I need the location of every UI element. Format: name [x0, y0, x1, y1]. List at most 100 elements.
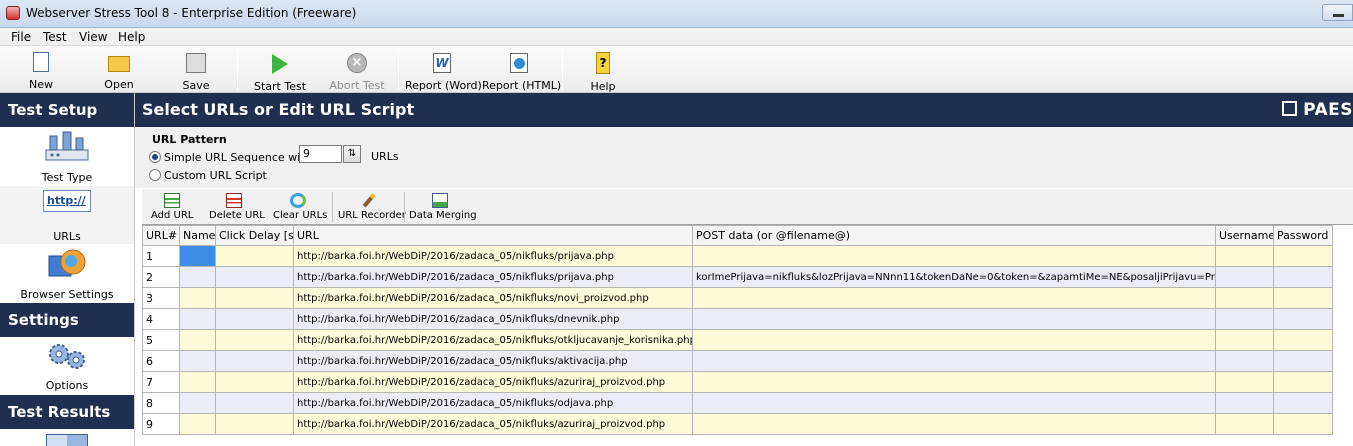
cell-url[interactable]: http://barka.foi.hr/WebDiP/2016/zadaca_0… [293, 245, 693, 267]
simple-sequence-label[interactable]: Simple URL Sequence with [164, 151, 311, 164]
cell-url[interactable]: http://barka.foi.hr/WebDiP/2016/zadaca_0… [293, 371, 693, 393]
menu-file[interactable]: File [11, 30, 31, 44]
cell-name[interactable] [179, 308, 216, 330]
cell-click-delay[interactable] [215, 266, 294, 288]
cell-post-data[interactable] [692, 308, 1216, 330]
table-row[interactable]: 5 http://barka.foi.hr/WebDiP/2016/zadaca… [142, 329, 1333, 351]
table-row[interactable]: 6 http://barka.foi.hr/WebDiP/2016/zadaca… [142, 350, 1333, 372]
column-header-url-number[interactable]: URL# [142, 225, 180, 246]
cell-username[interactable] [1215, 287, 1274, 309]
nav-options[interactable]: Options [0, 337, 134, 395]
table-row[interactable]: 1 http://barka.foi.hr/WebDiP/2016/zadaca… [142, 245, 1333, 267]
cell-username[interactable] [1215, 371, 1274, 393]
report-word-button[interactable]: W Report (Word) [405, 48, 482, 92]
table-row[interactable]: 2 http://barka.foi.hr/WebDiP/2016/zadaca… [142, 266, 1333, 288]
cell-click-delay[interactable] [215, 287, 294, 309]
simple-sequence-radio[interactable] [149, 151, 161, 163]
report-html-button[interactable]: Report (HTML) [482, 48, 561, 92]
cell-name[interactable] [179, 245, 216, 267]
column-header-password[interactable]: Password [1273, 225, 1333, 246]
url-recorder-button[interactable]: URL Recorder [338, 191, 406, 223]
table-row[interactable]: 3 http://barka.foi.hr/WebDiP/2016/zadaca… [142, 287, 1333, 309]
cell-url[interactable]: http://barka.foi.hr/WebDiP/2016/zadaca_0… [293, 350, 693, 372]
delete-url-button[interactable]: Delete URL [209, 191, 265, 223]
cell-name[interactable] [179, 266, 216, 288]
cell-name[interactable] [179, 392, 216, 414]
minimize-button[interactable] [1322, 4, 1353, 21]
cell-post-data[interactable] [692, 329, 1216, 351]
cell-post-data[interactable]: korImePrijava=nikfluks&lozPrijava=NNnn11… [692, 266, 1216, 288]
custom-script-radio[interactable] [149, 169, 161, 181]
cell-name[interactable] [179, 329, 216, 351]
cell-username[interactable] [1215, 329, 1274, 351]
cell-click-delay[interactable] [215, 413, 294, 435]
cell-password[interactable] [1273, 245, 1333, 267]
cell-url[interactable]: http://barka.foi.hr/WebDiP/2016/zadaca_0… [293, 308, 693, 330]
data-merging-button[interactable]: Data Merging [409, 191, 477, 223]
app-icon[interactable] [6, 6, 20, 20]
cell-name[interactable] [179, 287, 216, 309]
cell-username[interactable] [1215, 350, 1274, 372]
cell-username[interactable] [1215, 392, 1274, 414]
custom-script-label[interactable]: Custom URL Script [164, 169, 267, 182]
nav-test-type[interactable]: Test Type [0, 127, 134, 185]
column-header-post-data[interactable]: POST data (or @filename@) [692, 225, 1216, 246]
cell-post-data[interactable] [692, 245, 1216, 267]
cell-username[interactable] [1215, 413, 1274, 435]
cell-url[interactable]: http://barka.foi.hr/WebDiP/2016/zadaca_0… [293, 392, 693, 414]
table-row[interactable]: 4 http://barka.foi.hr/WebDiP/2016/zadaca… [142, 308, 1333, 330]
cell-password[interactable] [1273, 371, 1333, 393]
nav-browser-settings[interactable]: Browser Settings [0, 245, 134, 303]
cell-name[interactable] [179, 413, 216, 435]
cell-click-delay[interactable] [215, 308, 294, 330]
cell-password[interactable] [1273, 392, 1333, 414]
cell-username[interactable] [1215, 266, 1274, 288]
nav-results-partial[interactable] [0, 430, 134, 446]
cell-click-delay[interactable] [215, 245, 294, 267]
column-header-username[interactable]: Username [1215, 225, 1274, 246]
save-button[interactable]: Save [165, 48, 227, 92]
cell-url[interactable]: http://barka.foi.hr/WebDiP/2016/zadaca_0… [293, 266, 693, 288]
cell-post-data[interactable] [692, 413, 1216, 435]
menu-test[interactable]: Test [43, 30, 67, 44]
cell-post-data[interactable] [692, 392, 1216, 414]
cell-click-delay[interactable] [215, 350, 294, 372]
clear-urls-button[interactable]: Clear URLs [273, 191, 327, 223]
new-button[interactable]: New [10, 48, 72, 92]
cell-post-data[interactable] [692, 350, 1216, 372]
url-count-input[interactable]: 9 [299, 145, 342, 163]
table-row[interactable]: 9 http://barka.foi.hr/WebDiP/2016/zadaca… [142, 413, 1333, 435]
add-url-button[interactable]: Add URL [151, 191, 193, 223]
column-header-url[interactable]: URL [293, 225, 693, 246]
cell-click-delay[interactable] [215, 392, 294, 414]
cell-url[interactable]: http://barka.foi.hr/WebDiP/2016/zadaca_0… [293, 287, 693, 309]
cell-click-delay[interactable] [215, 329, 294, 351]
cell-post-data[interactable] [692, 371, 1216, 393]
cell-name[interactable] [179, 371, 216, 393]
cell-username[interactable] [1215, 308, 1274, 330]
cell-name[interactable] [179, 350, 216, 372]
open-button[interactable]: Open [88, 48, 150, 92]
cell-click-delay[interactable] [215, 371, 294, 393]
cell-password[interactable] [1273, 308, 1333, 330]
column-header-name[interactable]: Name [179, 225, 216, 246]
cell-url[interactable]: http://barka.foi.hr/WebDiP/2016/zadaca_0… [293, 329, 693, 351]
cell-password[interactable] [1273, 413, 1333, 435]
cell-password[interactable] [1273, 287, 1333, 309]
menu-help[interactable]: Help [118, 30, 145, 44]
help-button[interactable]: ? Help [580, 48, 626, 93]
nav-urls[interactable]: http:// URLs [0, 186, 134, 244]
menu-view[interactable]: View [79, 30, 107, 44]
cell-post-data[interactable] [692, 287, 1216, 309]
start-test-button[interactable]: Start Test [248, 48, 312, 93]
table-row[interactable]: 8 http://barka.foi.hr/WebDiP/2016/zadaca… [142, 392, 1333, 414]
table-row[interactable]: 7 http://barka.foi.hr/WebDiP/2016/zadaca… [142, 371, 1333, 393]
abort-test-button[interactable]: × Abort Test [325, 48, 389, 92]
cell-username[interactable] [1215, 245, 1274, 267]
column-header-click-delay[interactable]: Click Delay [s] [215, 225, 294, 246]
cell-url[interactable]: http://barka.foi.hr/WebDiP/2016/zadaca_0… [293, 413, 693, 435]
cell-password[interactable] [1273, 329, 1333, 351]
cell-password[interactable] [1273, 266, 1333, 288]
url-count-spinner[interactable]: ⇅ [343, 145, 361, 163]
cell-password[interactable] [1273, 350, 1333, 372]
